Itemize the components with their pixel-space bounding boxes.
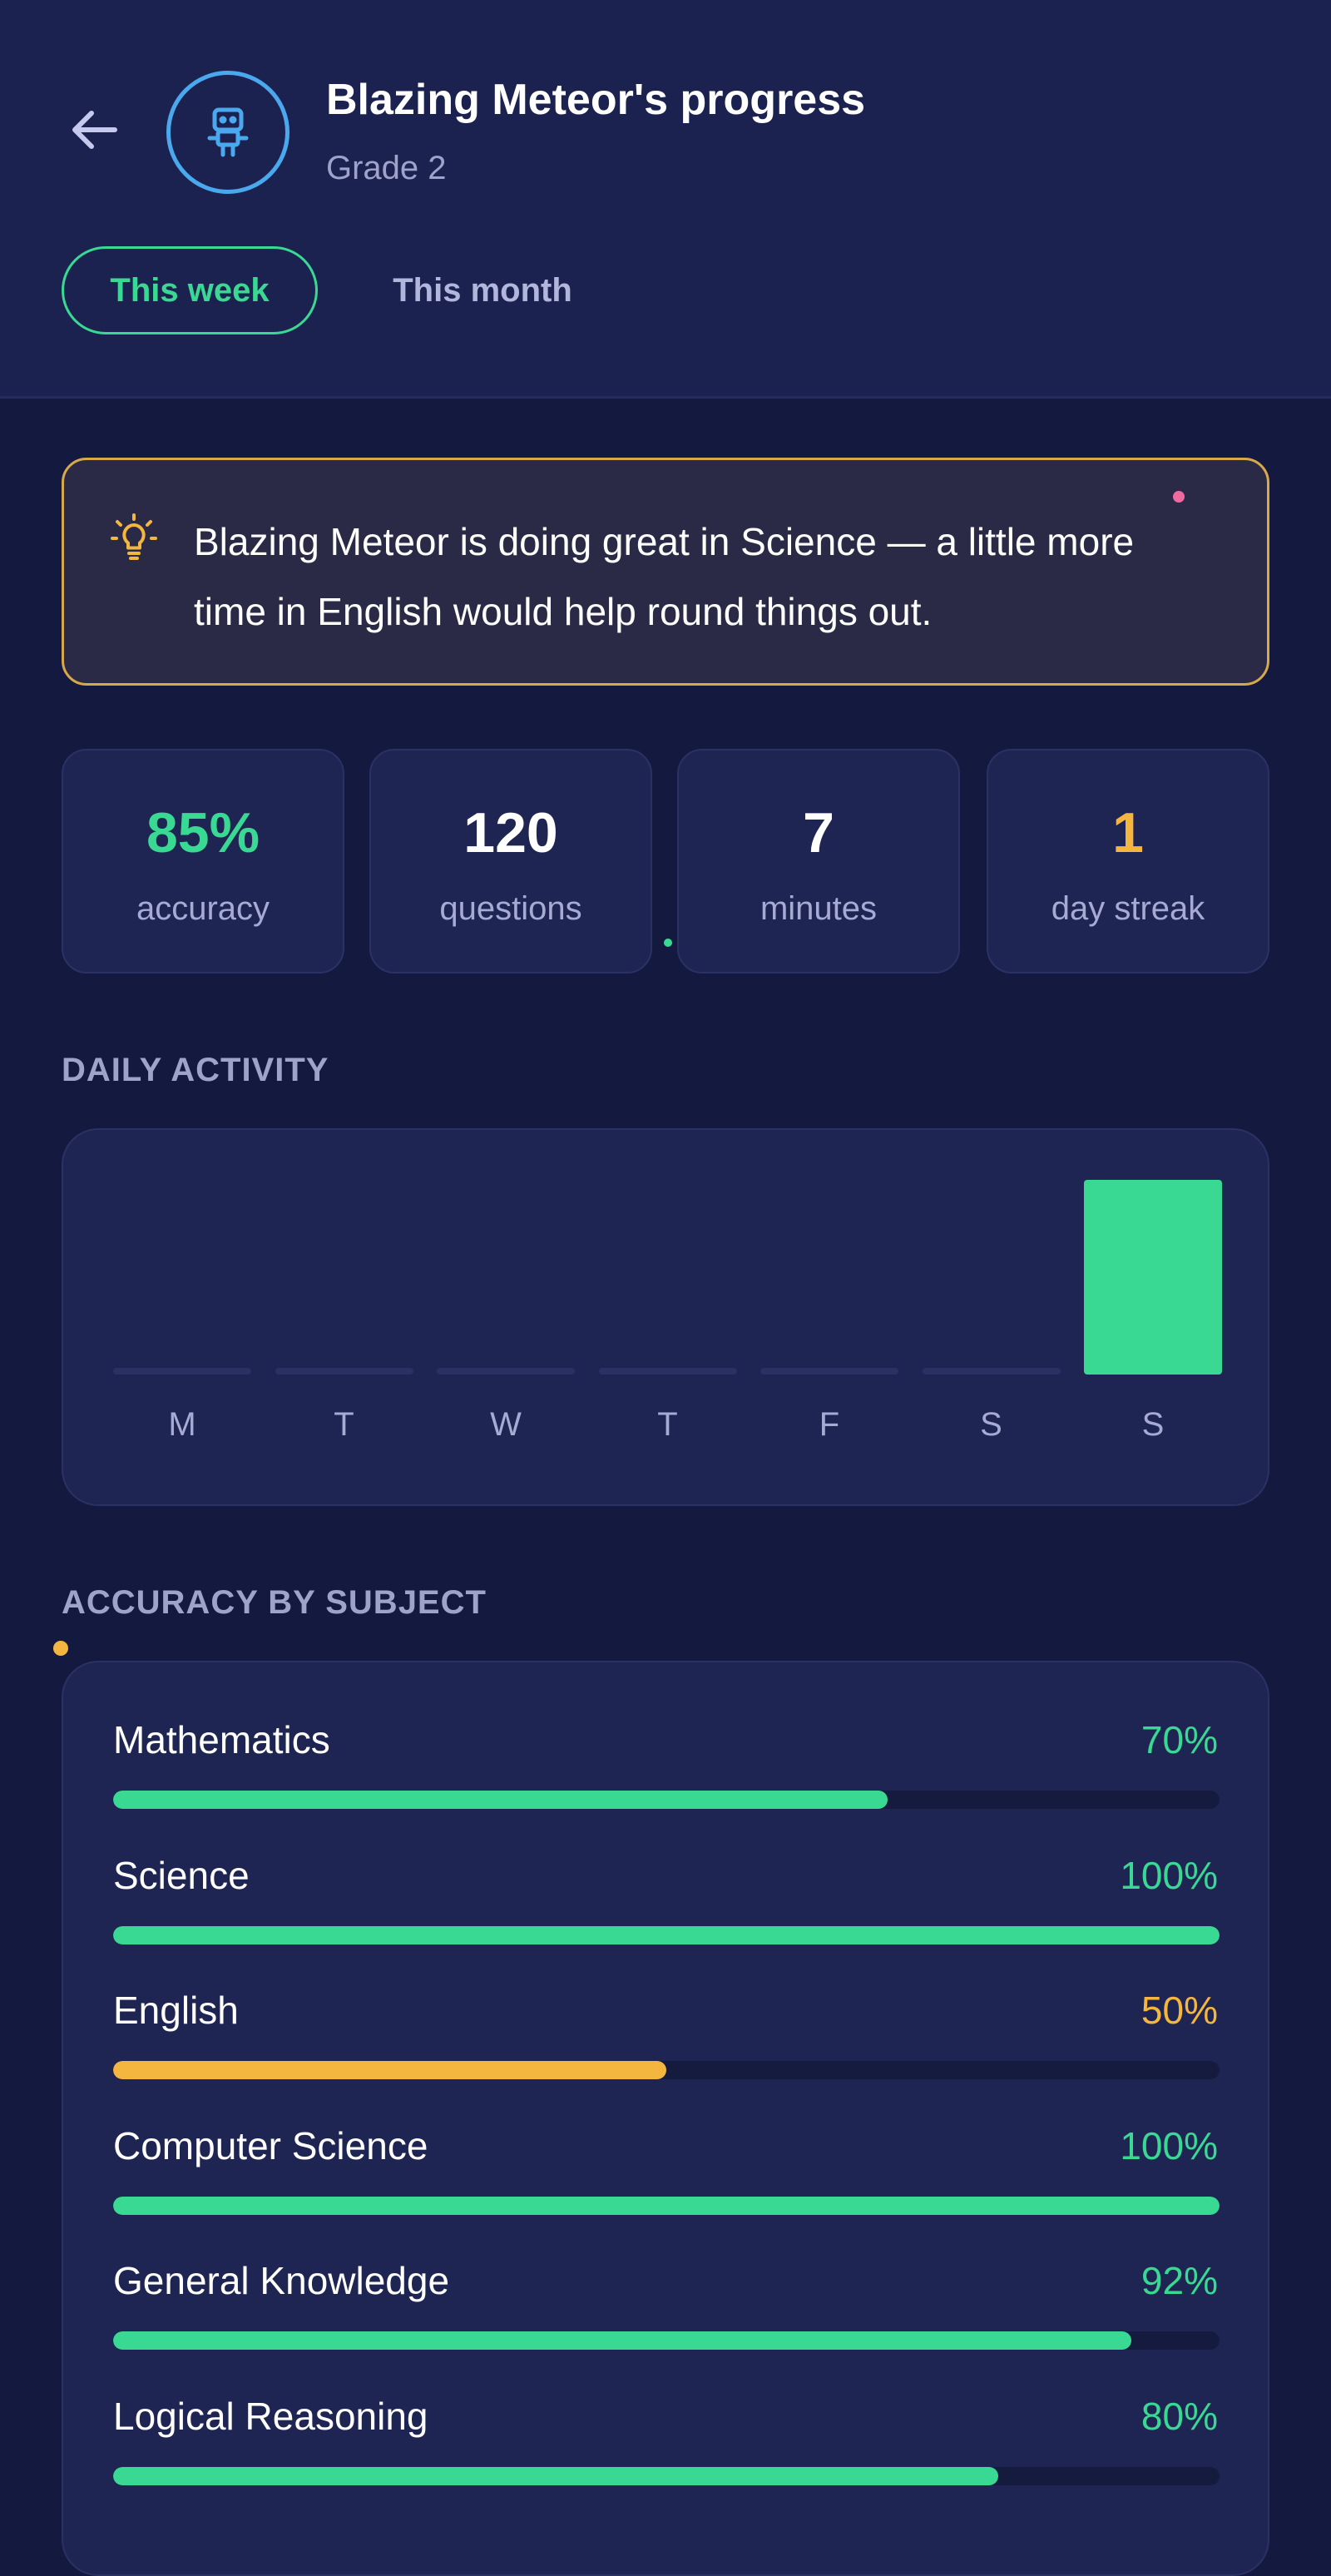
arrow-left-icon [72,111,117,149]
subject-percent: 100% [1120,2123,1218,2167]
page-title: Blazing Meteor's progress [326,76,866,124]
activity-bar-0 [113,1368,251,1375]
activity-bar-4 [760,1368,898,1375]
back-button[interactable] [60,100,126,160]
activity-bar-3 [598,1368,737,1375]
subject-percent: 92% [1141,2259,1218,2302]
day-label: W [490,1406,522,1443]
activity-bar-2 [437,1368,575,1375]
progress-track [113,1791,1220,1809]
stat-label: day streak [1051,890,1205,927]
stat-label: accuracy [136,890,270,927]
stat-value: 7 [803,801,834,864]
subject-percent: 50% [1141,1989,1218,2032]
robot-icon [207,107,249,157]
stat-label: minutes [760,890,878,927]
activity-bar-6 [1084,1180,1222,1375]
subject-name: Logical Reasoning [113,2394,428,2438]
progress-track [113,2061,1220,2079]
tab-this-month[interactable]: This month [366,246,599,334]
avatar [166,71,289,194]
stat-questions: 120 questions [369,749,652,973]
activity-bar-5 [922,1368,1061,1375]
progress-fill [113,1791,888,1809]
subject-percent: 80% [1141,2394,1218,2438]
subject-name: Science [113,1853,250,1897]
day-label: S [980,1406,1002,1443]
progress-track [113,2466,1220,2485]
notification-dot [1173,491,1185,503]
stat-value: 120 [463,801,558,864]
progress-fill [113,1925,1220,1944]
daily-activity-heading: DAILY ACTIVITY [62,1052,329,1088]
stat-minutes: 7 minutes [677,749,960,973]
progress-track [113,2196,1220,2215]
stat-value: 85% [146,801,260,864]
progress-track [113,2331,1220,2350]
day-label: T [657,1406,678,1443]
stat-accuracy: 85% accuracy [62,749,344,973]
stat-label: questions [439,890,582,927]
stat-value: 1 [1112,801,1144,864]
progress-track [113,1925,1220,1944]
progress-fill [113,2331,1131,2350]
insight-banner: Blazing Meteor is doing great in Science… [62,458,1269,686]
insight-text: Blazing Meteor is doing great in Science… [194,520,1135,633]
subject-percent: 100% [1120,1853,1218,1897]
progress-fill [113,2061,666,2079]
stat-streak: 1 day streak [987,749,1269,973]
subject-name: Mathematics [113,1718,330,1761]
indicator-dot [664,939,672,947]
day-label: F [819,1406,840,1443]
lightbulb-icon [111,513,157,560]
subject-name: General Knowledge [113,2259,450,2302]
activity-bar-1 [275,1368,413,1375]
subject-percent: 70% [1141,1718,1218,1761]
day-label: S [1141,1406,1165,1443]
accuracy-by-subject-heading: ACCURACY BY SUBJECT [62,1584,487,1621]
tab-this-week[interactable]: This week [62,246,318,334]
subject-name: Computer Science [113,2123,428,2167]
indicator-dot [53,1641,68,1656]
day-label: M [168,1406,196,1443]
header [0,0,1331,399]
progress-fill [113,2466,998,2485]
day-label: T [334,1406,354,1443]
progress-fill [113,2196,1220,2215]
grade-label: Grade 2 [326,150,447,186]
subject-name: English [113,1989,239,2032]
